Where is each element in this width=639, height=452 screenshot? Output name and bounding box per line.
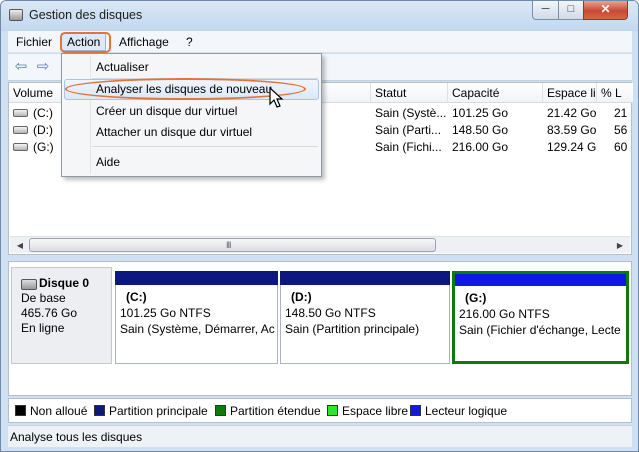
cell-pct-libre: 56 <box>614 123 628 137</box>
forward-arrow-icon[interactable]: ⇨ <box>34 58 52 76</box>
disk-size: 465.76 Go <box>21 306 78 320</box>
title-bar: Gestion des disques ─ □ ✕ <box>1 1 638 31</box>
action-menu-highlight-circle <box>60 32 111 53</box>
legend-item: Partition étendue <box>215 404 321 418</box>
scroll-left-icon[interactable]: ◀ <box>12 238 28 253</box>
scrollbar-thumb[interactable]: III <box>29 238 436 252</box>
partition-c-status: Sain (Système, Démarrer, Ac <box>120 322 275 336</box>
status-text: Analyse tous les disques <box>10 430 143 444</box>
partition-d-status: Sain (Partition principale) <box>285 322 420 336</box>
legend-swatch <box>327 405 338 416</box>
disk-management-app-icon <box>9 9 23 21</box>
maximize-button[interactable]: □ <box>558 1 584 20</box>
partition-c-size: 101.25 Go NTFS <box>120 306 211 320</box>
legend: Non alloué Partition principale Partitio… <box>8 398 632 423</box>
column-header-capacite[interactable]: Capacité <box>448 83 543 103</box>
menu-bar: Fichier Action Affichage ? <box>8 31 632 53</box>
column-header-statut[interactable]: Statut <box>371 83 448 103</box>
back-arrow-icon[interactable]: ⇦ <box>12 58 30 76</box>
disk-graphical-view: Disque 0 De base 465.76 Go En ligne (C:)… <box>8 261 632 396</box>
disk-type: De base <box>21 291 66 305</box>
action-dropdown-menu: Actualiser Analyser les disques de nouve… <box>61 53 322 177</box>
cell-capacite: 216.00 Go <box>452 140 509 154</box>
partition-d-bar <box>280 271 450 285</box>
partition-g-body: (G:) 216.00 Go NTFS Sain (Fichier d'écha… <box>455 286 626 361</box>
partition-d[interactable]: (D:) 148.50 Go NTFS Sain (Partition prin… <box>280 271 450 364</box>
partition-c-body: (C:) 101.25 Go NTFS Sain (Système, Démar… <box>115 285 278 364</box>
drive-icon <box>13 143 28 151</box>
cell-pct-libre: 21 <box>614 106 628 120</box>
partition-d-size: 148.50 Go NTFS <box>285 306 376 320</box>
disk-0-label[interactable]: Disque 0 De base 465.76 Go En ligne <box>11 267 112 364</box>
disk-management-window: Gestion des disques ─ □ ✕ Fichier Action… <box>0 0 639 452</box>
menu-item-actualiser[interactable]: Actualiser <box>64 57 319 78</box>
cell-statut: Sain (Systè... <box>375 106 447 120</box>
status-bar: Analyse tous les disques <box>8 425 632 447</box>
legend-label: Non alloué <box>30 404 88 418</box>
cell-statut: Sain (Parti... <box>375 123 442 137</box>
cell-capacite: 101.25 Go <box>452 106 509 120</box>
legend-swatch <box>94 405 105 416</box>
menu-separator <box>92 146 318 147</box>
column-header-espace-libre[interactable]: Espace li... <box>543 83 597 103</box>
legend-item: Partition principale <box>94 404 208 418</box>
menu-fichier[interactable]: Fichier <box>11 33 57 51</box>
legend-swatch <box>215 405 226 416</box>
partition-g-name: (G:) <box>465 291 487 305</box>
legend-label: Lecteur logique <box>425 404 508 418</box>
drive-icon <box>13 126 28 134</box>
cell-statut: Sain (Fichi... <box>375 140 442 154</box>
partition-g-size: 216.00 Go NTFS <box>459 307 550 321</box>
partition-g[interactable]: (G:) 216.00 Go NTFS Sain (Fichier d'écha… <box>452 271 629 364</box>
partition-g-status: Sain (Fichier d'échange, Lecte <box>459 323 621 337</box>
mouse-pointer-icon <box>269 87 284 108</box>
partition-d-name: (D:) <box>291 290 312 304</box>
partition-d-body: (D:) 148.50 Go NTFS Sain (Partition prin… <box>280 285 450 364</box>
legend-swatch <box>410 405 421 416</box>
scrollbar-grip: III <box>226 240 231 250</box>
cell-espace-libre: 129.24 Go <box>547 140 597 154</box>
partition-c[interactable]: (C:) 101.25 Go NTFS Sain (Système, Démar… <box>115 271 278 364</box>
legend-label: Espace libre <box>342 404 409 418</box>
legend-item: Non alloué <box>15 404 87 418</box>
cell-espace-libre: 83.59 Go <box>547 123 597 137</box>
partition-c-name: (C:) <box>126 290 147 304</box>
column-header-pct-libre[interactable]: % L <box>597 83 633 103</box>
minimize-button[interactable]: ─ <box>532 1 559 20</box>
partition-c-bar <box>115 271 278 285</box>
close-button[interactable]: ✕ <box>583 1 628 20</box>
scroll-right-icon[interactable]: ▶ <box>612 238 628 253</box>
horizontal-scrollbar[interactable]: ◀ III ▶ <box>10 236 630 253</box>
legend-swatch <box>15 405 26 416</box>
menu-affichage[interactable]: Affichage <box>114 33 174 51</box>
disk-name: Disque 0 <box>21 276 111 291</box>
legend-item: Lecteur logique <box>410 404 507 418</box>
cell-pct-libre: 60 <box>614 140 628 154</box>
menu-help[interactable]: ? <box>181 33 198 51</box>
cell-espace-libre: 21.42 Go <box>547 106 597 120</box>
legend-label: Partition étendue <box>230 404 321 418</box>
legend-label: Partition principale <box>109 404 208 418</box>
drive-icon <box>13 109 28 117</box>
menu-item-aide[interactable]: Aide <box>64 152 319 173</box>
legend-item: Espace libre <box>327 404 408 418</box>
window-title: Gestion des disques <box>29 8 143 22</box>
cell-capacite: 148.50 Go <box>452 123 509 137</box>
disk-state: En ligne <box>21 321 65 335</box>
partition-g-bar <box>455 274 626 286</box>
menu-item-attacher-vhd[interactable]: Attacher un disque dur virtuel <box>64 122 319 143</box>
